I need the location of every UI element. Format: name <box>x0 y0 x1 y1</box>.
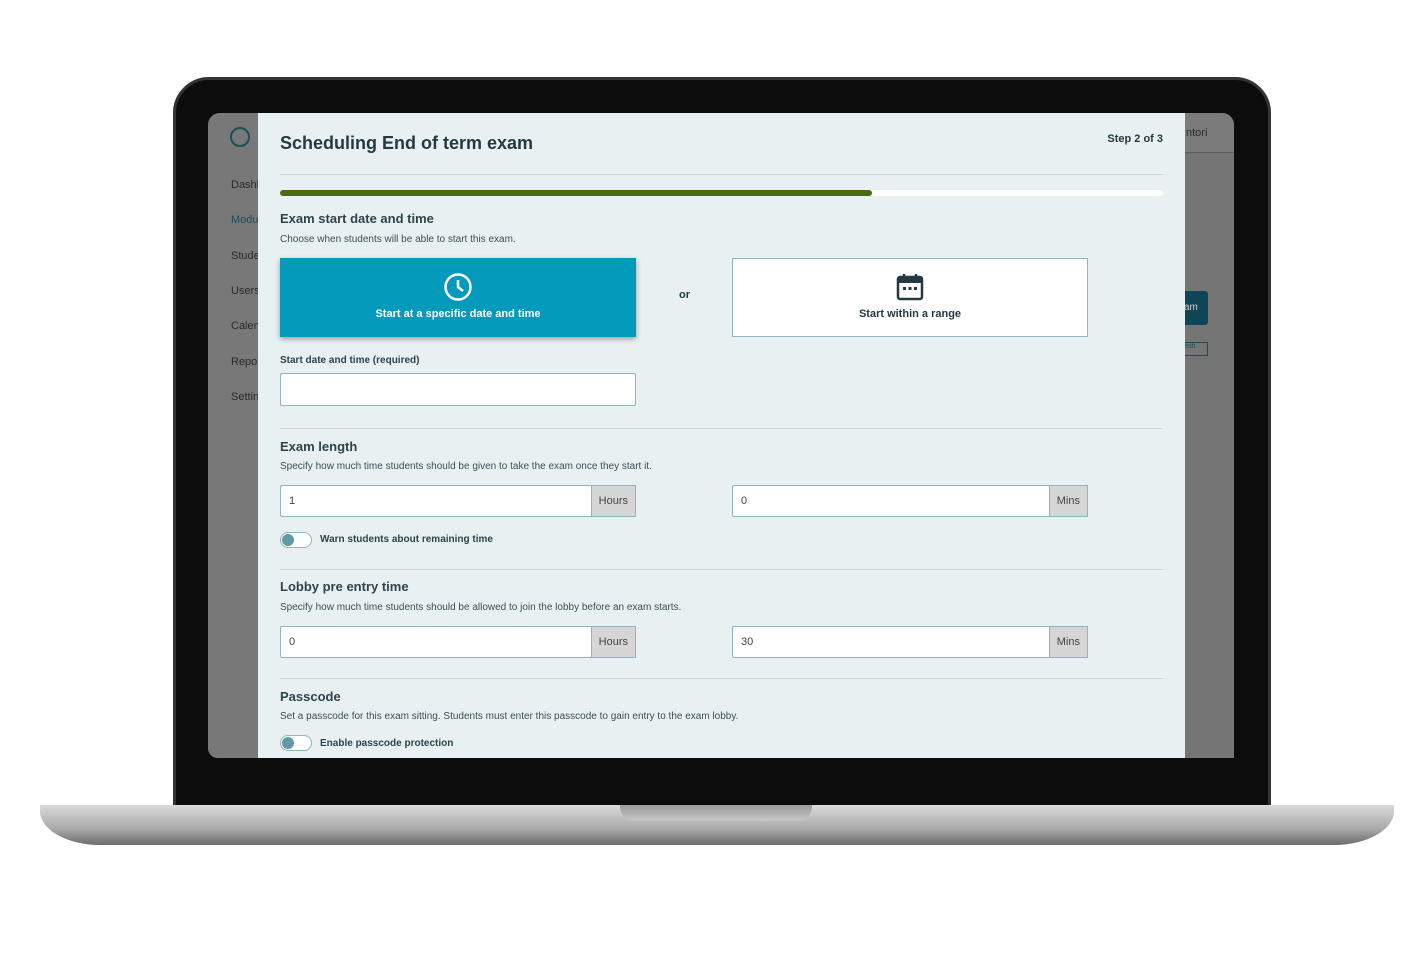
step-indicator: Step 2 of 3 <box>1107 133 1163 145</box>
or-label: or <box>679 289 690 301</box>
warn-toggle[interactable] <box>280 532 312 548</box>
lobby-hours-input[interactable]: 0 Hours <box>280 626 636 658</box>
field-label: Start date and time (required) <box>280 355 420 366</box>
section-description: Specify how much time students should be… <box>280 602 682 613</box>
laptop-notch <box>620 805 812 821</box>
divider <box>280 428 1163 429</box>
divider <box>280 678 1163 679</box>
divider <box>280 569 1163 570</box>
unit-label: Mins <box>1048 626 1088 658</box>
sidebar-item[interactable]: Settin <box>231 391 259 403</box>
progress-fill <box>280 190 872 196</box>
background-button[interactable]: am <box>1184 291 1208 325</box>
progress-bar <box>280 190 1163 196</box>
input-value: 1 <box>289 495 296 507</box>
unit-label: Hours <box>590 485 636 517</box>
unit-label: Mins <box>1048 485 1088 517</box>
user-menu[interactable]: ntori <box>1184 113 1234 153</box>
logo-icon <box>230 127 250 147</box>
section-heading: Exam start date and time <box>280 211 434 226</box>
schedule-modal: Scheduling End of term exam Step 2 of 3 … <box>258 113 1185 758</box>
sidebar-item[interactable]: Repor <box>231 356 261 368</box>
modal-title: Scheduling End of term exam <box>280 133 534 153</box>
toggle-label: Warn students about remaining time <box>320 534 493 545</box>
sidebar-item[interactable]: Calen <box>231 320 260 332</box>
sidebar-item[interactable]: Users <box>231 285 260 297</box>
option-range[interactable]: Start within a range <box>732 258 1088 337</box>
exam-length-hours-input[interactable]: 1 Hours <box>280 485 636 517</box>
calendar-icon <box>896 274 924 301</box>
section-description: Specify how much time students should be… <box>280 461 652 472</box>
option-label: Start at a specific date and time <box>375 308 541 320</box>
input-value: 0 <box>741 495 748 507</box>
background-small-button[interactable]: esh <box>1184 342 1208 356</box>
exam-length-mins-input[interactable]: 0 Mins <box>732 485 1088 517</box>
option-label: Start within a range <box>858 308 962 320</box>
sidebar-item[interactable]: Modu <box>231 214 259 226</box>
sidebar-item[interactable]: Stude <box>231 250 260 262</box>
unit-label: Hours <box>590 626 636 658</box>
start-datetime-input[interactable] <box>280 373 636 406</box>
toggle-label: Enable passcode protection <box>320 738 454 749</box>
screen: Dashb Modu Stude Users Calen Repor Setti… <box>208 113 1234 758</box>
lobby-mins-input[interactable]: 30 Mins <box>732 626 1088 658</box>
section-heading: Exam length <box>280 439 358 454</box>
option-specific-time[interactable]: Start at a specific date and time <box>280 258 636 337</box>
passcode-toggle[interactable] <box>280 735 312 751</box>
input-value: 30 <box>741 636 754 648</box>
background-content: ntori am esh <box>1184 113 1234 758</box>
divider <box>280 174 1163 175</box>
clock-icon <box>444 273 472 301</box>
input-value: 0 <box>289 636 296 648</box>
section-heading: Lobby pre entry time <box>280 579 409 594</box>
section-description: Choose when students will be able to sta… <box>280 234 516 245</box>
section-description: Set a passcode for this exam sitting. St… <box>280 711 739 722</box>
section-heading: Passcode <box>280 689 341 704</box>
